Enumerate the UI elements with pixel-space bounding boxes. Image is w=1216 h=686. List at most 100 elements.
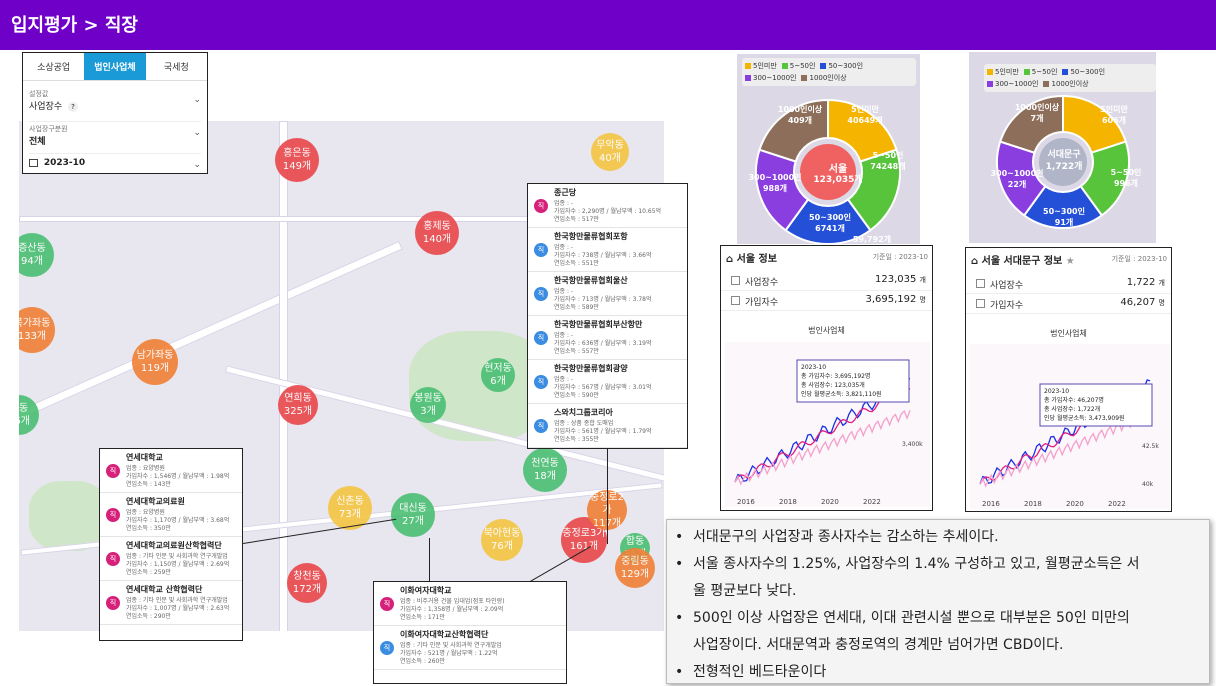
business-entry[interactable]: 직 이화여자대학교산학협력단 업종 : 기타 인문 및 사회과학 연구개발업 가입자수… xyxy=(374,626,566,670)
legend-item[interactable]: 5~50인 xyxy=(781,61,815,71)
seoul-info-panel: ⌂ 서울 정보 기준일 : 2023-10 사업장수 123,035 개 가입자수… xyxy=(720,245,933,511)
map-bubble[interactable]: 북가좌동 133개 xyxy=(19,307,55,353)
business-detail: 가입자수 : 1,358명 / 월납부액 : 2.09억 xyxy=(400,606,504,613)
business-entry[interactable]: 직 연세대학교의료원 업종 : 요양병원 가입자수 : 1,170명 / 월납부액 :… xyxy=(100,493,242,537)
legend-item[interactable]: 1000인이상 xyxy=(801,73,847,83)
workplace-icon: 직 xyxy=(534,286,548,301)
business-name: 이화여자대학교산학협력단 xyxy=(400,630,489,639)
business-entry[interactable]: 직 한국항만물류협회부산항만 업종 : - 가입자수 : 636명 / 월납부액 : … xyxy=(528,316,687,360)
workplace-icon: 직 xyxy=(106,507,120,522)
map-bubble[interactable]: 창천동 172개 xyxy=(287,563,327,603)
calendar-icon xyxy=(29,158,38,167)
setting-select[interactable]: 설정값 사업장수 ? ⌄ xyxy=(29,89,201,112)
bubble-value: 325개 xyxy=(283,406,313,417)
legend-item[interactable]: 5인미만 xyxy=(987,67,1019,77)
business-entry[interactable]: 직 연세대학교 산학협력단 업종 : 기타 인문 및 사회과학 연구개발업 가입자수 … xyxy=(100,581,242,625)
bubble-value: 27개 xyxy=(402,516,424,527)
donut-legend: 5인미만 5~50인 50~300인 300~1000인 1000인이상 xyxy=(742,58,916,86)
map-bubble[interactable]: 남가좌동 119개 xyxy=(132,339,178,385)
business-name: 이화여자대학교 xyxy=(400,586,452,595)
business-entry[interactable]: 직 한국항만물류협회포항 업종 : - 가입자수 : 738명 / 월납부액 : 3.… xyxy=(528,228,687,272)
tab-national-tax[interactable]: 국세청 xyxy=(145,53,207,81)
map-bubble[interactable]: 중림동 129개 xyxy=(615,548,655,588)
bubble-name: 창천동 xyxy=(293,571,321,582)
chevron-down-icon: ⌄ xyxy=(193,128,201,138)
tab-small-business[interactable]: 소상공업 xyxy=(23,53,85,81)
legend-item[interactable]: 50~300인 xyxy=(1062,67,1105,77)
bubble-value: 133개 xyxy=(19,331,47,342)
legend-swatch xyxy=(987,69,993,75)
donut-seg-label: 300~1000인 988개 xyxy=(748,173,802,193)
business-detail: 연임소득 : 171만 xyxy=(400,614,445,621)
business-entry[interactable]: 직 한국항만물류협회광양 업종 : - 가입자수 : 567명 / 월납부액 : 3.… xyxy=(528,360,687,404)
tab-corporate[interactable]: 법인사업체 xyxy=(84,53,146,81)
workplace-icon: 직 xyxy=(380,640,394,655)
star-icon[interactable]: ★ xyxy=(1066,256,1075,267)
business-entry[interactable]: 직 한국항만물류협회울산 업종 : - 가입자수 : 713명 / 월납부액 : 3.… xyxy=(528,272,687,316)
business-list-card: 직 이화여자대학교 업종 : 비주거용 건물 임대업(점포 타인랑) 가입자수 : 1… xyxy=(373,581,567,684)
info-date: 기준일 : 2023-10 xyxy=(1111,255,1167,263)
y-tick-label: 40k xyxy=(1142,481,1154,488)
legend-item[interactable]: 5~50인 xyxy=(1023,67,1057,77)
x-tick-label: 2020 xyxy=(821,498,839,506)
map-bubble[interactable]: 현저동 6개 xyxy=(481,358,515,392)
tooltip-line: 총 사업장수: 1,722개 xyxy=(1044,405,1100,413)
legend-item[interactable]: 1000인이상 xyxy=(1043,79,1089,89)
business-detail: 업종 : 요양병원 xyxy=(126,509,165,516)
help-icon[interactable]: ? xyxy=(68,102,78,112)
business-entry[interactable]: 직 연세대학교 업종 : 요양병원 가입자수 : 1,546명 / 월납부액 : 1.… xyxy=(100,449,242,493)
map-bubble[interactable]: 천연동 18개 xyxy=(523,448,567,492)
business-entry[interactable]: 직 이화여자대학교 업종 : 비주거용 건물 임대업(점포 타인랑) 가입자수 : 1… xyxy=(374,582,566,626)
legend-item[interactable]: 50~300인 xyxy=(820,61,863,71)
map-bubble[interactable]: 봉원동 3개 xyxy=(410,387,446,423)
business-entry[interactable]: 직 스와치그룹코리아 업종 : 상품 종합 도매업 가입자수 : 561명 / 월납부… xyxy=(528,404,687,448)
home-icon: ⌂ xyxy=(971,256,979,267)
business-detail: 연임소득 : 355만 xyxy=(554,436,599,443)
business-detail: 업종 : - xyxy=(554,244,574,251)
trend-chart: 2023-10총 가입자수: 3,695,192명총 사업장수: 123,035… xyxy=(725,342,930,507)
legend-item[interactable]: 5인미만 xyxy=(745,61,777,71)
note-item: 서울 종사자수의 1.25%, 사업장수의 1.4% 구성하고 있고, 월평균소… xyxy=(675,551,1199,578)
date-select[interactable]: 2023-10 ⌄ xyxy=(29,153,201,170)
business-detail: 업종 : 기타 인문 및 사회과학 연구개발업 xyxy=(126,597,228,604)
type-label: 사업장구분원 xyxy=(29,125,68,133)
home-icon: ⌂ xyxy=(726,254,734,265)
bubble-name: 증산동 xyxy=(19,243,46,254)
x-tick-label: 2022 xyxy=(863,498,881,506)
business-name: 한국항만물류협회광양 xyxy=(554,364,628,373)
y-tick-label: 3,400k xyxy=(902,441,923,448)
bubble-name: 연희동 xyxy=(284,393,312,404)
business-detail: 가입자수 : 1,546명 / 월납부액 : 1.98억 xyxy=(126,473,230,480)
map-bubble[interactable]: 중동 16개 xyxy=(19,395,39,435)
bubble-name: 신촌동 xyxy=(336,496,364,507)
map-bubble[interactable]: 홍은동 149개 xyxy=(275,138,319,182)
bubble-name: 홍제동 xyxy=(423,221,451,232)
business-entry[interactable]: 직 연세대학교의료원산학협력단 업종 : 기타 인문 및 사회과학 연구개발업 가입자… xyxy=(100,537,242,581)
donut-seg-label: 50~300인 91개 xyxy=(1043,207,1085,227)
legend-swatch xyxy=(801,75,808,81)
map-bubble[interactable]: 연희동 325개 xyxy=(278,385,318,425)
map-bubble[interactable]: 무악동 40개 xyxy=(591,133,629,171)
map-bubble[interactable]: 홍제동 140개 xyxy=(415,211,459,255)
legend-item[interactable]: 300~1000인 xyxy=(745,73,796,83)
type-select[interactable]: 사업장구분원 전체 ⌄ xyxy=(29,121,201,147)
info-title: 서울 서대문구 정보 xyxy=(981,256,1063,267)
summary-notes: 서대문구의 사업장과 종사자수는 감소하는 추세이다. 서울 종사자수의 1.2… xyxy=(666,519,1210,686)
map-bubble[interactable]: 증산동 94개 xyxy=(19,233,54,277)
map-bubble[interactable]: 대신동 27개 xyxy=(391,493,435,537)
donut-center-title: 서대문구 xyxy=(1047,150,1081,160)
bubble-name: 북아현동 xyxy=(483,528,521,539)
bubble-value: 140개 xyxy=(422,234,452,245)
bubble-value: 149개 xyxy=(282,161,312,172)
legend-swatch xyxy=(1062,69,1069,75)
business-detail: 연임소득 : 590만 xyxy=(554,392,599,399)
bubble-name: 봉원동 xyxy=(414,393,442,404)
legend-item[interactable]: 300~1000인 xyxy=(987,79,1038,89)
donut-legend: 5인미만 5~50인 50~300인 300~1000인 1000인이상 xyxy=(984,64,1156,92)
tooltip-line: 총 가입자수: 46,207명 xyxy=(1044,396,1104,404)
setting-value: 사업장수 xyxy=(29,102,63,112)
date-value: 2023-10 xyxy=(43,158,86,168)
business-entry[interactable]: 직 종근당 업종 : - 가입자수 : 2,290명 / 월납부액 : 10.65억 연… xyxy=(528,184,687,228)
map-bubble[interactable]: 북아현동 76개 xyxy=(481,519,523,561)
bubble-name: 현저동 xyxy=(484,363,512,374)
